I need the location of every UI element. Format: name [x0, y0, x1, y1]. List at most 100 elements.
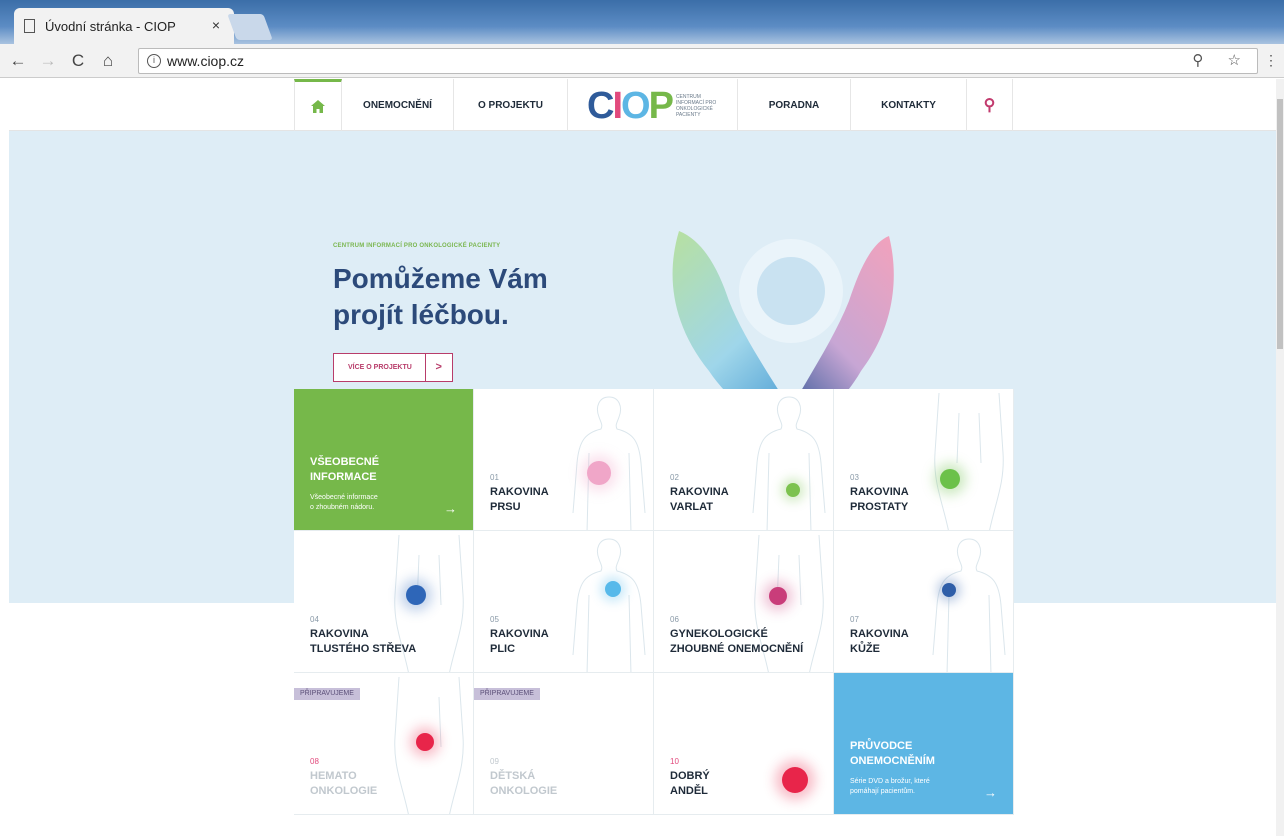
highlight-dot: [942, 583, 956, 597]
url-bar[interactable]: i www.ciop.cz ⚲ ☆: [138, 48, 1258, 74]
page-content: CENTRUM INFORMACÍ PRO ONKOLOGICKÉ PACIEN…: [0, 79, 1284, 836]
card-detska-onkologie[interactable]: PŘIPRAVUJEME 09 DĚTSKÁ ONKOLOGIE: [474, 673, 654, 815]
card-title: HEMATO ONKOLOGIE: [310, 769, 470, 799]
card-number: 09: [490, 757, 499, 766]
card-rakovina-plic[interactable]: 05 RAKOVINA PLIC: [474, 531, 654, 673]
home-browser-icon[interactable]: ⌂: [96, 51, 120, 71]
page-icon: [24, 19, 35, 33]
card-title: PRŮVODCE ONEMOCNĚNÍM: [850, 739, 1000, 769]
nav-poradna[interactable]: PORADNA: [737, 79, 851, 131]
home-icon[interactable]: [294, 79, 342, 131]
card-title: DOBRÝ ANDĚL: [670, 769, 830, 799]
headline-line-2: projít léčbou.: [333, 299, 509, 330]
card-desc-line-2: o zhoubném nádoru.: [310, 504, 375, 511]
nav-o-projektu[interactable]: O PROJEKTU: [454, 79, 568, 131]
highlight-dot: [587, 461, 611, 485]
card-title-line-2: ANDĚL: [670, 785, 708, 797]
logo-tagline: CENTRUM INFORMACÍ PRO ONKOLOGICKÉ PACIEN…: [675, 94, 717, 118]
card-title-line-2: PLIC: [490, 643, 516, 655]
tab-title: Úvodní stránka - CIOP: [45, 18, 176, 34]
forward-icon[interactable]: →: [36, 51, 60, 71]
card-title-line-1: DĚTSKÁ: [490, 770, 536, 782]
card-desc: Všeobecné informace o zhoubném nádoru.: [310, 493, 430, 513]
cancer-types-grid: VŠEOBECNÉ INFORMACE Všeobecné informace o …: [294, 389, 1014, 815]
zoom-star-icons[interactable]: ⚲ ☆: [1192, 51, 1251, 69]
chevron-right-icon: >: [424, 354, 452, 381]
card-title-line-2: ONKOLOGIE: [490, 785, 558, 797]
card-title: RAKOVINA KŮŽE: [850, 627, 1010, 657]
address-toolbar: ← → C ⌂ i www.ciop.cz ⚲ ☆ ⋮: [0, 44, 1284, 78]
card-title-line-2: KŮŽE: [850, 643, 880, 655]
card-dobry-andel[interactable]: 10 DOBRÝ ANDĚL: [654, 673, 834, 815]
card-title: VŠEOBECNÉ INFORMACE: [310, 455, 460, 485]
card-number: 03: [850, 473, 859, 482]
headline-line-1: Pomůžeme Vám: [333, 263, 548, 294]
card-rakovina-tlusteho-streva[interactable]: 04 RAKOVINA TLUSTÉHO STŘEVA: [294, 531, 474, 673]
general-info-card[interactable]: VŠEOBECNÉ INFORMACE Všeobecné informace o …: [294, 389, 474, 531]
card-rakovina-prostaty[interactable]: 03 RAKOVINA PROSTATY: [834, 389, 1014, 531]
card-desc-line-1: Série DVD a brožur, které: [850, 778, 930, 785]
arrow-right-icon: →: [444, 501, 457, 516]
card-title-line-2: ONEMOCNĚNÍM: [850, 755, 935, 767]
card-title: RAKOVINA PRSU: [490, 485, 650, 515]
card-number: 07: [850, 615, 859, 624]
card-number: 01: [490, 473, 499, 482]
url-text: www.ciop.cz: [167, 53, 245, 69]
card-rakovina-prsu[interactable]: 01 RAKOVINA PRSU: [474, 389, 654, 531]
card-rakovina-varlat[interactable]: 02 RAKOVINA VARLAT: [654, 389, 834, 531]
card-title: DĚTSKÁ ONKOLOGIE: [490, 769, 650, 799]
hero-headline: Pomůžeme Vám projít léčbou.: [333, 261, 603, 333]
guide-card[interactable]: PRŮVODCE ONEMOCNĚNÍM Série DVD a brožur, …: [834, 673, 1014, 815]
card-title-line-1: VŠEOBECNÉ: [310, 456, 380, 468]
nav-onemocneni[interactable]: ONEMOCNĚNÍ: [342, 79, 454, 131]
card-title-line-1: RAKOVINA: [490, 628, 549, 640]
arrow-right-icon: →: [984, 785, 997, 800]
browser-tab[interactable]: Úvodní stránka - CIOP ×: [14, 8, 234, 44]
card-title-line-2: PRSU: [490, 501, 521, 513]
card-title: RAKOVINA TLUSTÉHO STŘEVA: [310, 627, 470, 657]
search-icon[interactable]: ⚲: [967, 79, 1013, 131]
coming-soon-badge: PŘIPRAVUJEME: [294, 688, 360, 700]
scrollbar-thumb[interactable]: [1277, 99, 1283, 349]
card-title-line-1: PRŮVODCE: [850, 740, 913, 752]
card-number: 05: [490, 615, 499, 624]
info-icon[interactable]: i: [147, 54, 161, 68]
menu-icon[interactable]: ⋮: [1264, 52, 1278, 69]
card-desc-line-2: pomáhají pacientům.: [850, 788, 915, 795]
card-title: GYNEKOLOGICKÉ ZHOUBNÉ ONEMOCNĚNÍ: [670, 627, 830, 657]
main-navigation: ONEMOCNĚNÍ O PROJEKTU CIOP CENTRUM INFOR…: [9, 79, 1284, 131]
card-title-line-1: HEMATO: [310, 770, 357, 782]
card-number: 02: [670, 473, 679, 482]
logo-text: CIOP: [587, 85, 674, 127]
highlight-dot: [416, 733, 434, 751]
more-about-project-button[interactable]: VÍCE O PROJEKTU >: [333, 353, 453, 382]
card-title-line-2: INFORMACE: [310, 471, 377, 483]
card-title-line-2: PROSTATY: [850, 501, 909, 513]
card-desc-line-1: Všeobecné informace: [310, 494, 378, 501]
card-gynekologicke[interactable]: 06 GYNEKOLOGICKÉ ZHOUBNÉ ONEMOCNĚNÍ: [654, 531, 834, 673]
highlight-dot: [406, 585, 426, 605]
card-number: 04: [310, 615, 319, 624]
card-title-line-2: ZHOUBNÉ ONEMOCNĚNÍ: [670, 643, 804, 655]
card-title-line-1: RAKOVINA: [490, 486, 549, 498]
card-desc: Série DVD a brožur, které pomáhají pacien…: [850, 777, 970, 797]
card-title-line-1: RAKOVINA: [670, 486, 729, 498]
reload-icon[interactable]: C: [66, 51, 90, 71]
card-rakovina-kuze[interactable]: 07 RAKOVINA KŮŽE: [834, 531, 1014, 673]
card-title: RAKOVINA PLIC: [490, 627, 650, 657]
card-title-line-1: RAKOVINA: [850, 486, 909, 498]
close-tab-icon[interactable]: ×: [212, 17, 220, 33]
card-hemato-onkologie[interactable]: PŘIPRAVUJEME 08 HEMATO ONKOLOGIE: [294, 673, 474, 815]
card-title-line-1: DOBRÝ: [670, 770, 710, 782]
page-scrollbar[interactable]: [1276, 79, 1284, 836]
card-title-line-1: GYNEKOLOGICKÉ: [670, 628, 768, 640]
back-icon[interactable]: ←: [6, 51, 30, 71]
card-number: 06: [670, 615, 679, 624]
card-title: RAKOVINA VARLAT: [670, 485, 830, 515]
highlight-dot: [605, 581, 621, 597]
nav-kontakty[interactable]: KONTAKTY: [851, 79, 967, 131]
ciop-logo[interactable]: CIOP CENTRUM INFORMACÍ PRO ONKOLOGICKÉ P…: [587, 85, 727, 127]
cta-label: VÍCE O PROJEKTU: [348, 364, 412, 371]
card-title-line-2: TLUSTÉHO STŘEVA: [310, 643, 417, 655]
card-number: 10: [670, 757, 679, 766]
